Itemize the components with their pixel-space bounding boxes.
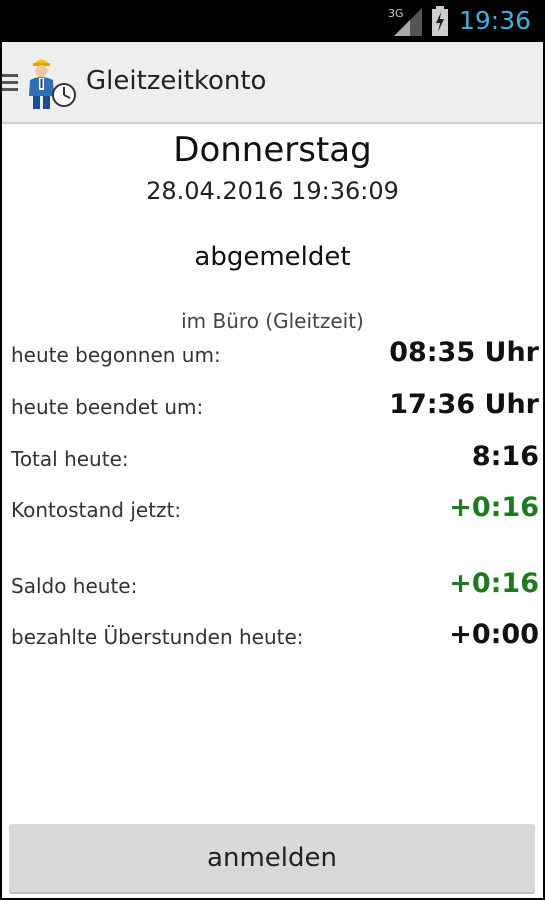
battery-charging-icon (432, 6, 448, 36)
app-title: Gleitzeitkonto (86, 66, 267, 96)
row-total-today: Total heute: 8:16 (11, 438, 539, 478)
network-type: 3G (388, 7, 404, 20)
row-balance-now: Kontostand jetzt: +0:16 (11, 489, 539, 529)
row-label: Kontostand jetzt: (11, 498, 182, 522)
login-state: abgemeldet (194, 242, 351, 272)
app-screen: Gleitzeitkonto Donnerstag 28.04.2016 19:… (2, 42, 543, 898)
current-datetime: 28.04.2016 19:36:09 (146, 177, 399, 205)
row-label: Total heute: (11, 447, 129, 471)
row-label: bezahlte Überstunden heute: (11, 625, 304, 649)
row-value: +0:16 (449, 568, 539, 599)
row-value: +0:00 (449, 619, 539, 650)
row-value: 17:36 Uhr (389, 389, 539, 420)
row-ended: heute beendet um: 17:36 Uhr (11, 386, 539, 426)
app-logo-icon[interactable] (25, 54, 79, 110)
row-value: 08:35 Uhr (389, 337, 539, 368)
row-value: 8:16 (471, 441, 539, 472)
login-button[interactable]: anmelden (9, 824, 535, 892)
row-label: heute begonnen um: (11, 343, 221, 367)
work-location: im Büro (Gleitzeit) (181, 309, 364, 333)
row-value: +0:16 (449, 492, 539, 523)
row-started: heute begonnen um: 08:35 Uhr (11, 334, 539, 374)
action-bar: Gleitzeitkonto (2, 42, 543, 124)
weekday-label: Donnerstag (173, 130, 372, 170)
status-bar: 3G 19:36 (0, 0, 545, 42)
row-saldo-today: Saldo heute: +0:16 (11, 565, 539, 605)
menu-icon[interactable] (2, 72, 20, 94)
row-label: heute beendet um: (11, 395, 204, 419)
row-label: Saldo heute: (11, 574, 138, 598)
row-paid-overtime: bezahlte Überstunden heute: +0:00 (11, 616, 539, 656)
signal-icon: 3G (388, 7, 422, 36)
status-time: 19:36 (458, 6, 531, 35)
